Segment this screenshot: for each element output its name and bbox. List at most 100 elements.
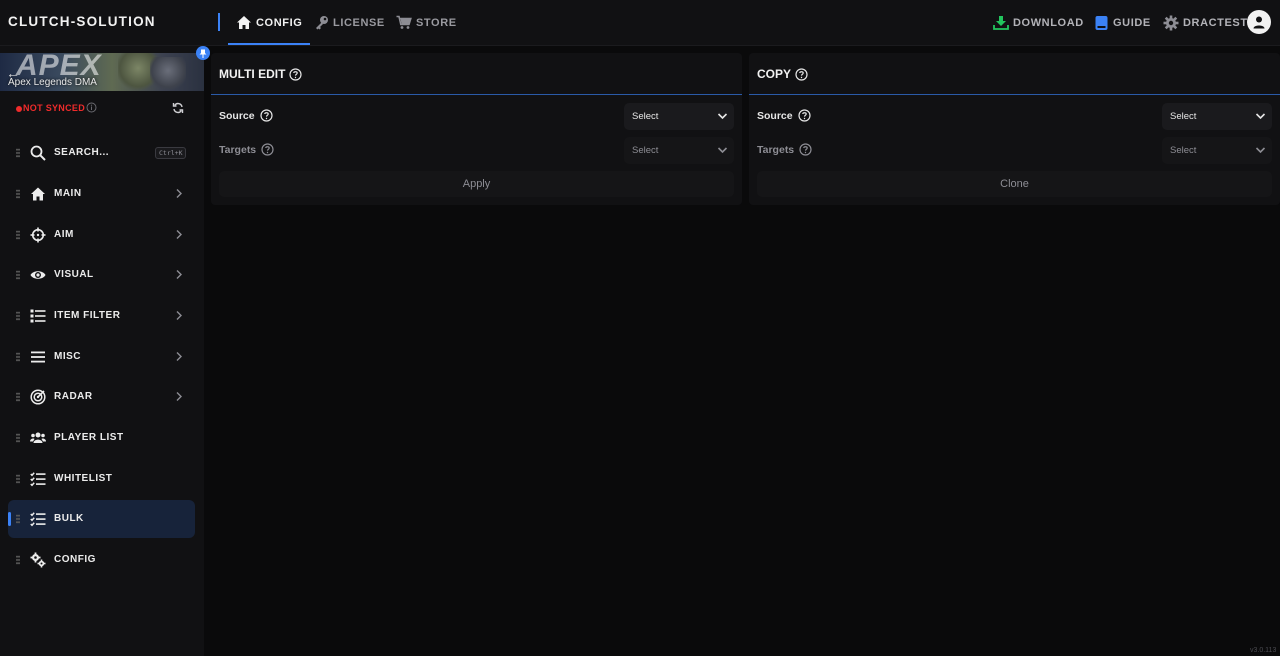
help-icon[interactable] bbox=[795, 67, 808, 81]
copy-targets-select[interactable]: Select bbox=[1162, 137, 1272, 164]
game-name: Apex Legends DMA bbox=[8, 77, 97, 88]
users-icon bbox=[30, 432, 46, 443]
panel-title-text: MULTI EDIT bbox=[219, 67, 286, 81]
help-icon[interactable] bbox=[261, 143, 274, 156]
panel-divider bbox=[749, 94, 1280, 95]
targets-select[interactable]: Select bbox=[624, 137, 734, 164]
apply-button[interactable]: Apply bbox=[219, 171, 734, 197]
sidebar-item-item-filter[interactable]: ITEM FILTER bbox=[8, 297, 195, 335]
chevron-down-icon bbox=[717, 113, 728, 120]
chevron-right-icon bbox=[176, 270, 182, 279]
panel-title-text: COPY bbox=[757, 67, 792, 81]
gear-icon bbox=[1163, 15, 1179, 30]
help-icon[interactable] bbox=[260, 109, 273, 122]
sidebar-item-config[interactable]: CONFIG bbox=[8, 541, 195, 579]
help-icon[interactable] bbox=[289, 67, 303, 81]
list-icon bbox=[30, 309, 46, 323]
tab-license-label: LICENSE bbox=[333, 16, 385, 29]
sidebar-item-bulk[interactable]: BULK bbox=[8, 500, 195, 538]
cart-icon bbox=[396, 15, 412, 29]
sidebar: APEX ← Apex Legends DMA NOT SYNCED SEARC… bbox=[0, 46, 210, 656]
refresh-icon[interactable] bbox=[172, 102, 184, 114]
clone-button[interactable]: Clone bbox=[757, 171, 1272, 197]
sidebar-item-label: PLAYER LIST bbox=[54, 432, 124, 443]
targets-label-text: Targets bbox=[219, 143, 257, 156]
multi-edit-title: MULTI EDIT bbox=[219, 67, 303, 81]
status-dot bbox=[16, 106, 22, 112]
source-label-text: Source bbox=[757, 109, 793, 122]
radar-icon bbox=[30, 389, 46, 405]
sidebar-item-label: BULK bbox=[54, 513, 84, 524]
avatar[interactable] bbox=[1247, 10, 1271, 34]
help-icon[interactable] bbox=[799, 143, 812, 156]
sidebar-item-misc[interactable]: MISC bbox=[8, 338, 195, 376]
tab-config[interactable]: CONFIG bbox=[227, 0, 311, 45]
search-icon bbox=[30, 145, 46, 161]
username-label: DRACTEST bbox=[1183, 16, 1248, 29]
sidebar-item-label: AIM bbox=[54, 229, 74, 240]
drag-handle-icon[interactable] bbox=[16, 514, 20, 524]
checklist-icon bbox=[30, 512, 46, 527]
home-icon bbox=[31, 187, 45, 201]
drag-handle-icon[interactable] bbox=[16, 352, 20, 362]
menu-icon bbox=[31, 351, 45, 363]
banner-art-2 bbox=[150, 57, 186, 91]
chevron-right-icon bbox=[176, 230, 182, 239]
info-icon[interactable] bbox=[86, 102, 97, 113]
key-icon bbox=[316, 16, 328, 30]
brand-logo: CLUTCH-SOLUTION bbox=[8, 14, 156, 29]
chevron-down-icon bbox=[1255, 147, 1266, 154]
copy-source-select[interactable]: Select bbox=[1162, 103, 1272, 130]
sidebar-item-label: RADAR bbox=[54, 391, 93, 402]
multi-edit-panel: MULTI EDIT Source Select Targets Select … bbox=[211, 53, 742, 205]
drag-handle-icon[interactable] bbox=[16, 474, 20, 484]
gears-icon bbox=[30, 552, 46, 568]
sidebar-item-whitelist[interactable]: WHITELIST bbox=[8, 460, 195, 498]
sidebar-item-label: VISUAL bbox=[54, 269, 94, 280]
guide-button[interactable]: GUIDE bbox=[1094, 0, 1151, 45]
sidebar-item-main[interactable]: MAIN bbox=[8, 175, 195, 213]
tab-license[interactable]: LICENSE bbox=[314, 0, 385, 45]
drag-handle-icon[interactable] bbox=[16, 189, 20, 199]
download-icon bbox=[993, 16, 1009, 30]
targets-label-text: Targets bbox=[757, 143, 795, 156]
sidebar-item-label: ITEM FILTER bbox=[54, 310, 121, 321]
drag-handle-icon[interactable] bbox=[16, 311, 20, 321]
game-banner[interactable]: APEX ← Apex Legends DMA bbox=[0, 53, 204, 91]
sidebar-item-aim[interactable]: AIM bbox=[8, 216, 195, 254]
help-icon[interactable] bbox=[798, 109, 811, 122]
pin-icon[interactable] bbox=[196, 46, 210, 60]
sidebar-item-visual[interactable]: VISUAL bbox=[8, 256, 195, 294]
panel-divider bbox=[211, 94, 742, 95]
targets-select-value: Select bbox=[1170, 145, 1197, 156]
sidebar-search[interactable]: SEARCH... Ctrl+K bbox=[8, 134, 195, 172]
checklist-icon bbox=[30, 472, 46, 487]
tab-store-label: STORE bbox=[416, 16, 457, 29]
download-button[interactable]: DOWNLOAD bbox=[993, 0, 1084, 45]
drag-handle-icon[interactable] bbox=[16, 392, 20, 402]
chevron-down-icon bbox=[717, 147, 728, 154]
targets-select-value: Select bbox=[632, 145, 659, 156]
source-select-value: Select bbox=[1170, 111, 1197, 122]
drag-handle-icon[interactable] bbox=[16, 148, 20, 158]
top-bar: CLUTCH-SOLUTION CONFIG LICENSE STORE DOW… bbox=[0, 0, 1280, 46]
book-icon bbox=[1095, 15, 1108, 30]
sync-status-label: NOT SYNCED bbox=[23, 103, 86, 113]
sidebar-item-player-list[interactable]: PLAYER LIST bbox=[8, 419, 195, 457]
drag-handle-icon[interactable] bbox=[16, 433, 20, 443]
drag-handle-icon[interactable] bbox=[16, 230, 20, 240]
drag-handle-icon[interactable] bbox=[16, 555, 20, 565]
search-label: SEARCH... bbox=[54, 147, 110, 158]
user-icon bbox=[1253, 16, 1265, 29]
version-label: v3.0.113 bbox=[1250, 647, 1277, 654]
guide-label: GUIDE bbox=[1113, 16, 1151, 29]
targets-label: Targets bbox=[757, 143, 812, 156]
drag-handle-icon[interactable] bbox=[16, 270, 20, 280]
source-label-text: Source bbox=[219, 109, 255, 122]
sidebar-item-radar[interactable]: RADAR bbox=[8, 378, 195, 416]
tab-store[interactable]: STORE bbox=[396, 0, 457, 45]
user-settings-button[interactable]: DRACTEST bbox=[1163, 0, 1248, 45]
sidebar-item-label: MISC bbox=[54, 351, 81, 362]
source-select[interactable]: Select bbox=[624, 103, 734, 130]
copy-panel: COPY Source Select Targets Select Clone bbox=[749, 53, 1280, 205]
